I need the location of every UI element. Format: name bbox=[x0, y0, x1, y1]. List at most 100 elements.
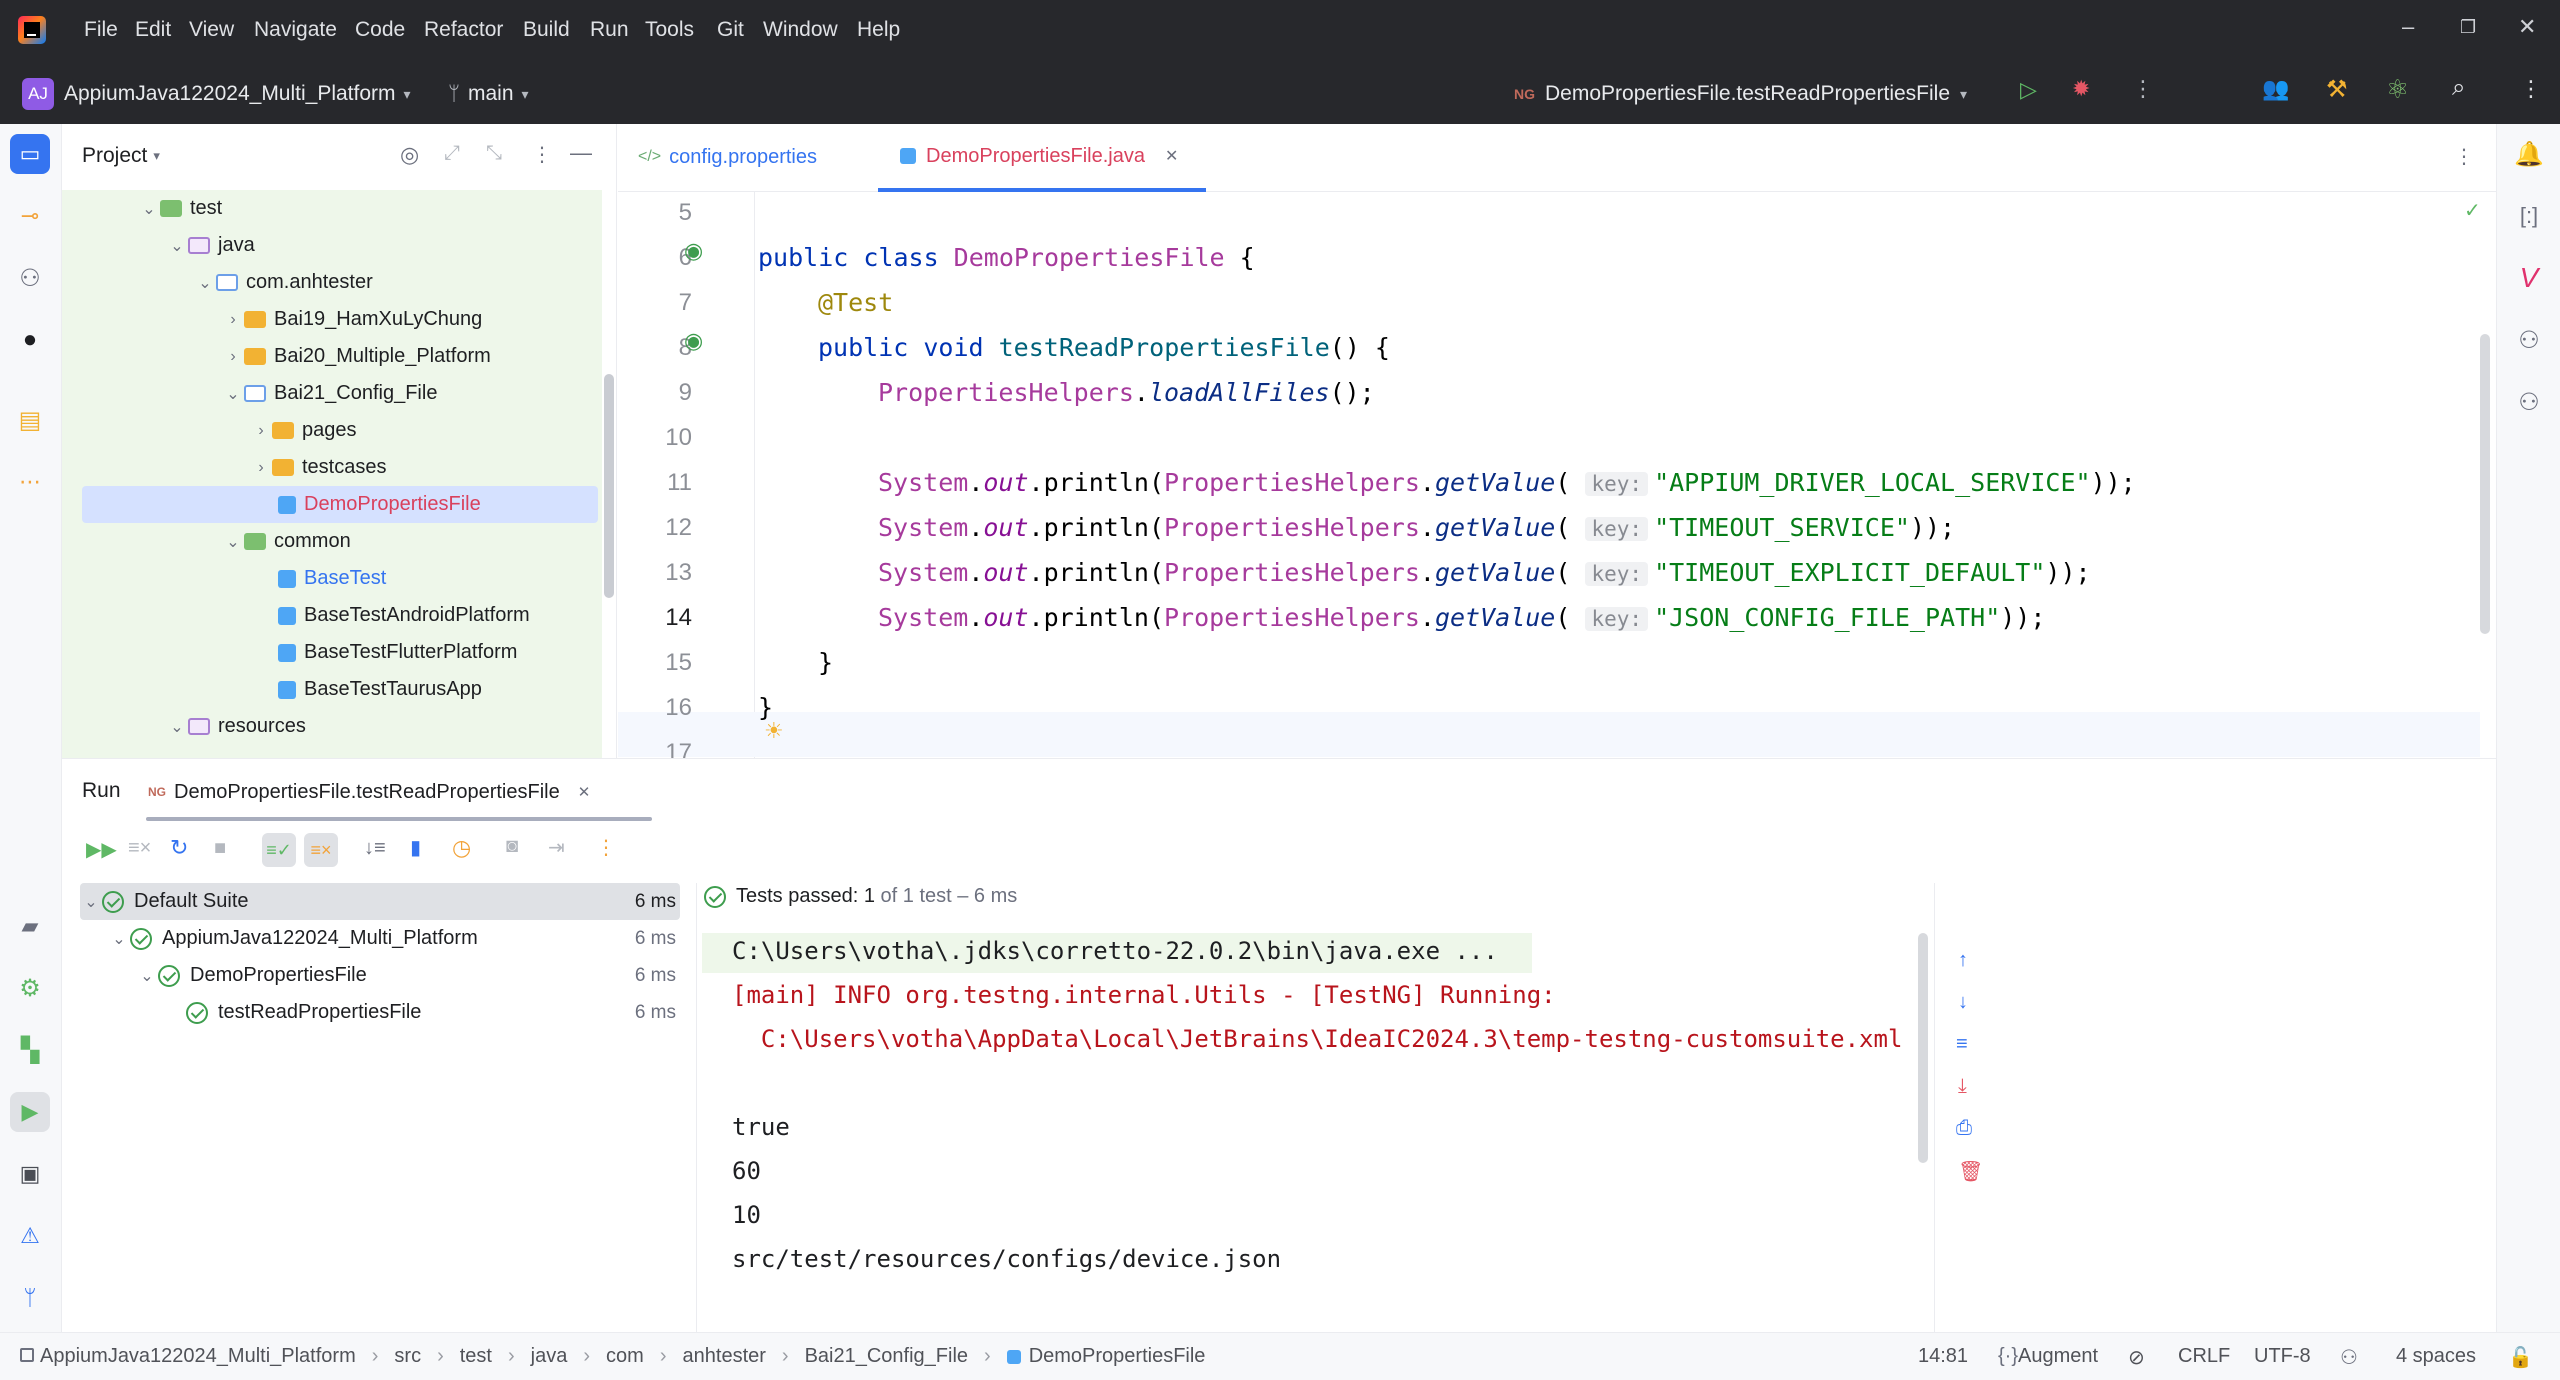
tree-item-pages[interactable]: › pages bbox=[250, 412, 356, 449]
tree-item-java[interactable]: ⌄ java bbox=[166, 227, 254, 264]
menu-file[interactable]: File bbox=[84, 18, 118, 42]
expand-all-icon[interactable]: ⤢ bbox=[444, 142, 460, 165]
tree-item-testcases[interactable]: › testcases bbox=[250, 449, 386, 486]
more-tools-icon[interactable]: ⋯ bbox=[10, 462, 50, 502]
menu-refactor[interactable]: Refactor bbox=[424, 18, 503, 42]
rerun-failed-icon[interactable]: ▶▶ bbox=[86, 837, 117, 862]
history-icon[interactable]: ◷ bbox=[452, 835, 471, 861]
collapse-all-icon[interactable]: ⤡ bbox=[486, 142, 502, 165]
services-icon[interactable]: ⚙ bbox=[10, 968, 50, 1008]
tree-item-basetestflutter[interactable]: BaseTestFlutterPlatform bbox=[278, 634, 517, 671]
tree-item-bai21[interactable]: ⌄ Bai21_Config_File bbox=[222, 375, 437, 412]
lock-icon[interactable]: 🔓 bbox=[2508, 1345, 2533, 1370]
tree-item-demopropertiesfile[interactable]: DemoPropertiesFile bbox=[278, 486, 481, 523]
problems-icon[interactable]: ⚠ bbox=[10, 1216, 50, 1256]
code-editor[interactable]: </> config.properties DemoPropertiesFile… bbox=[618, 124, 2496, 758]
menu-view[interactable]: View bbox=[189, 18, 234, 42]
import-tests-icon[interactable]: ▮ bbox=[410, 835, 421, 860]
debug-icon[interactable]: ✹ bbox=[2072, 76, 2090, 102]
copilot-status-icon[interactable]: ⚇ bbox=[2340, 1345, 2358, 1370]
run-test-method-icon[interactable]: ◉ bbox=[684, 328, 703, 354]
tree-item-method[interactable]: testReadPropertiesFile 6 ms bbox=[186, 994, 676, 1031]
inspection-ok-icon[interactable]: ✓ bbox=[2464, 198, 2481, 223]
menu-run[interactable]: Run bbox=[590, 18, 629, 42]
tree-item-basetesttaurus[interactable]: BaseTestTaurusApp bbox=[278, 671, 482, 708]
tree-item-com-anhtester[interactable]: ⌄ com.anhtester bbox=[194, 264, 372, 301]
tree-item-project[interactable]: ⌄ AppiumJava122024_Multi_Platform 6 ms bbox=[108, 920, 676, 957]
more-icon[interactable]: ⋮ bbox=[596, 835, 616, 860]
run-tab[interactable]: NG DemoPropertiesFile.testReadProperties… bbox=[148, 777, 590, 807]
tab-demopropertiesfile[interactable]: DemoPropertiesFile.java ✕ bbox=[878, 124, 1206, 192]
search-icon[interactable]: ⌕ bbox=[2452, 74, 2465, 102]
close-tab-icon[interactable]: ✕ bbox=[1165, 146, 1178, 166]
build-tools-icon[interactable]: ⚒ bbox=[2326, 75, 2348, 104]
show-passed-toggle[interactable]: ≡✓ bbox=[262, 833, 296, 867]
soft-wrap-icon[interactable]: ≡ bbox=[1956, 1033, 1968, 1056]
tree-item-bai20[interactable]: › Bai20_Multiple_Platform bbox=[222, 338, 490, 375]
run-test-class-icon[interactable]: ◉ bbox=[684, 238, 703, 264]
run-icon[interactable]: ▷ bbox=[2020, 77, 2037, 103]
tree-item-default-suite[interactable]: ⌄ Default Suite 6 ms bbox=[80, 883, 676, 920]
show-ignored-toggle[interactable]: ≡× bbox=[304, 833, 338, 867]
github-icon[interactable]: ● bbox=[10, 320, 50, 360]
menu-git[interactable]: Git bbox=[717, 18, 744, 42]
sort-icon[interactable]: ↓≡ bbox=[364, 837, 386, 860]
tree-item-test[interactable]: ⌄ test bbox=[138, 190, 222, 227]
tree-item-common[interactable]: ⌄ common bbox=[222, 523, 350, 560]
indent-setting[interactable]: 4 spaces bbox=[2396, 1345, 2476, 1368]
scrollbar[interactable] bbox=[604, 374, 614, 598]
augment-status[interactable]: Augment bbox=[2018, 1345, 2098, 1368]
code-with-me-icon[interactable]: 👥 bbox=[2262, 76, 2289, 102]
scroll-up-icon[interactable]: ↑ bbox=[1958, 949, 1968, 972]
git-icon[interactable]: ᛘ bbox=[10, 1278, 50, 1318]
tab-options-icon[interactable]: ⋮ bbox=[2454, 144, 2474, 169]
hide-pane-icon[interactable]: — bbox=[570, 140, 592, 166]
breadcrumb-item[interactable]: src bbox=[394, 1345, 421, 1368]
breadcrumb-item[interactable]: java bbox=[531, 1345, 568, 1368]
database-icon[interactable]: ▤ bbox=[10, 400, 50, 440]
code-brackets-icon[interactable]: [:] bbox=[2509, 196, 2549, 236]
tree-item-class[interactable]: ⌄ DemoPropertiesFile 6 ms bbox=[136, 957, 676, 994]
tree-item-basetest[interactable]: BaseTest bbox=[278, 560, 386, 597]
breadcrumb-item[interactable]: Bai21_Config_File bbox=[805, 1345, 968, 1368]
run-config-selector[interactable]: NG DemoPropertiesFile.testReadProperties… bbox=[1514, 78, 1967, 110]
menu-window[interactable]: Window bbox=[763, 18, 838, 42]
tab-config-properties[interactable]: </> config.properties bbox=[638, 124, 817, 190]
project-view-icon[interactable]: ▭ bbox=[10, 134, 50, 174]
scroll-down-icon[interactable]: ↓ bbox=[1958, 991, 1968, 1014]
options-icon[interactable]: ⋮ bbox=[532, 142, 552, 167]
close-window-icon[interactable]: ✕ bbox=[2518, 14, 2536, 40]
menu-build[interactable]: Build bbox=[523, 18, 570, 42]
close-tab-icon[interactable]: ✕ bbox=[578, 783, 591, 801]
project-pane-title[interactable]: Project ▾ bbox=[82, 144, 160, 168]
tree-item-resources[interactable]: ⌄ resources bbox=[166, 708, 306, 745]
structure-icon[interactable]: ⚇ bbox=[10, 258, 50, 298]
console-output[interactable]: C:\Users\votha\.jdks\corretto-22.0.2\bin… bbox=[702, 929, 2492, 1333]
ai-assistant-icon[interactable]: ⚛ bbox=[2386, 74, 2409, 105]
commit-icon[interactable]: ⊸ bbox=[10, 196, 50, 236]
project-switcher[interactable]: AJ AppiumJava122024_Multi_Platform ▾ bbox=[22, 78, 411, 110]
stop-icon[interactable]: ■ bbox=[214, 837, 226, 860]
bookmarks-icon[interactable]: ▰ bbox=[10, 906, 50, 946]
export-icon[interactable]: ⇥ bbox=[548, 835, 565, 860]
settings-menu-icon[interactable]: ⋮ bbox=[2520, 76, 2542, 102]
console-scrollbar[interactable] bbox=[1918, 933, 1928, 1163]
menu-help[interactable]: Help bbox=[857, 18, 900, 42]
scroll-to-end-icon[interactable]: ⤓ bbox=[1958, 1075, 1967, 1098]
breadcrumb-item[interactable]: anhtester bbox=[683, 1345, 766, 1368]
file-encoding[interactable]: UTF-8 bbox=[2254, 1345, 2311, 1368]
caret-position[interactable]: 14:81 bbox=[1918, 1345, 1968, 1368]
inspection-off-icon[interactable]: ⊘ bbox=[2128, 1345, 2145, 1370]
terminal-icon[interactable]: ▣ bbox=[10, 1154, 50, 1194]
print-icon[interactable]: ⎙ bbox=[1956, 1117, 1972, 1140]
breadcrumb-item[interactable]: test bbox=[460, 1345, 492, 1368]
menu-tools[interactable]: Tools bbox=[645, 18, 694, 42]
locate-icon[interactable]: ◎ bbox=[400, 142, 419, 168]
plugins-icon[interactable]: ▚ bbox=[10, 1030, 50, 1070]
menu-code[interactable]: Code bbox=[355, 18, 405, 42]
minimize-icon[interactable]: – bbox=[2402, 14, 2414, 40]
tree-item-bai19[interactable]: › Bai19_HamXuLyChung bbox=[222, 301, 482, 338]
rerun-icon[interactable]: ↻ bbox=[170, 835, 188, 861]
tree-item-basetestandroid[interactable]: BaseTestAndroidPlatform bbox=[278, 597, 530, 634]
breadcrumb-item[interactable]: AppiumJava122024_Multi_Platform bbox=[40, 1345, 356, 1368]
